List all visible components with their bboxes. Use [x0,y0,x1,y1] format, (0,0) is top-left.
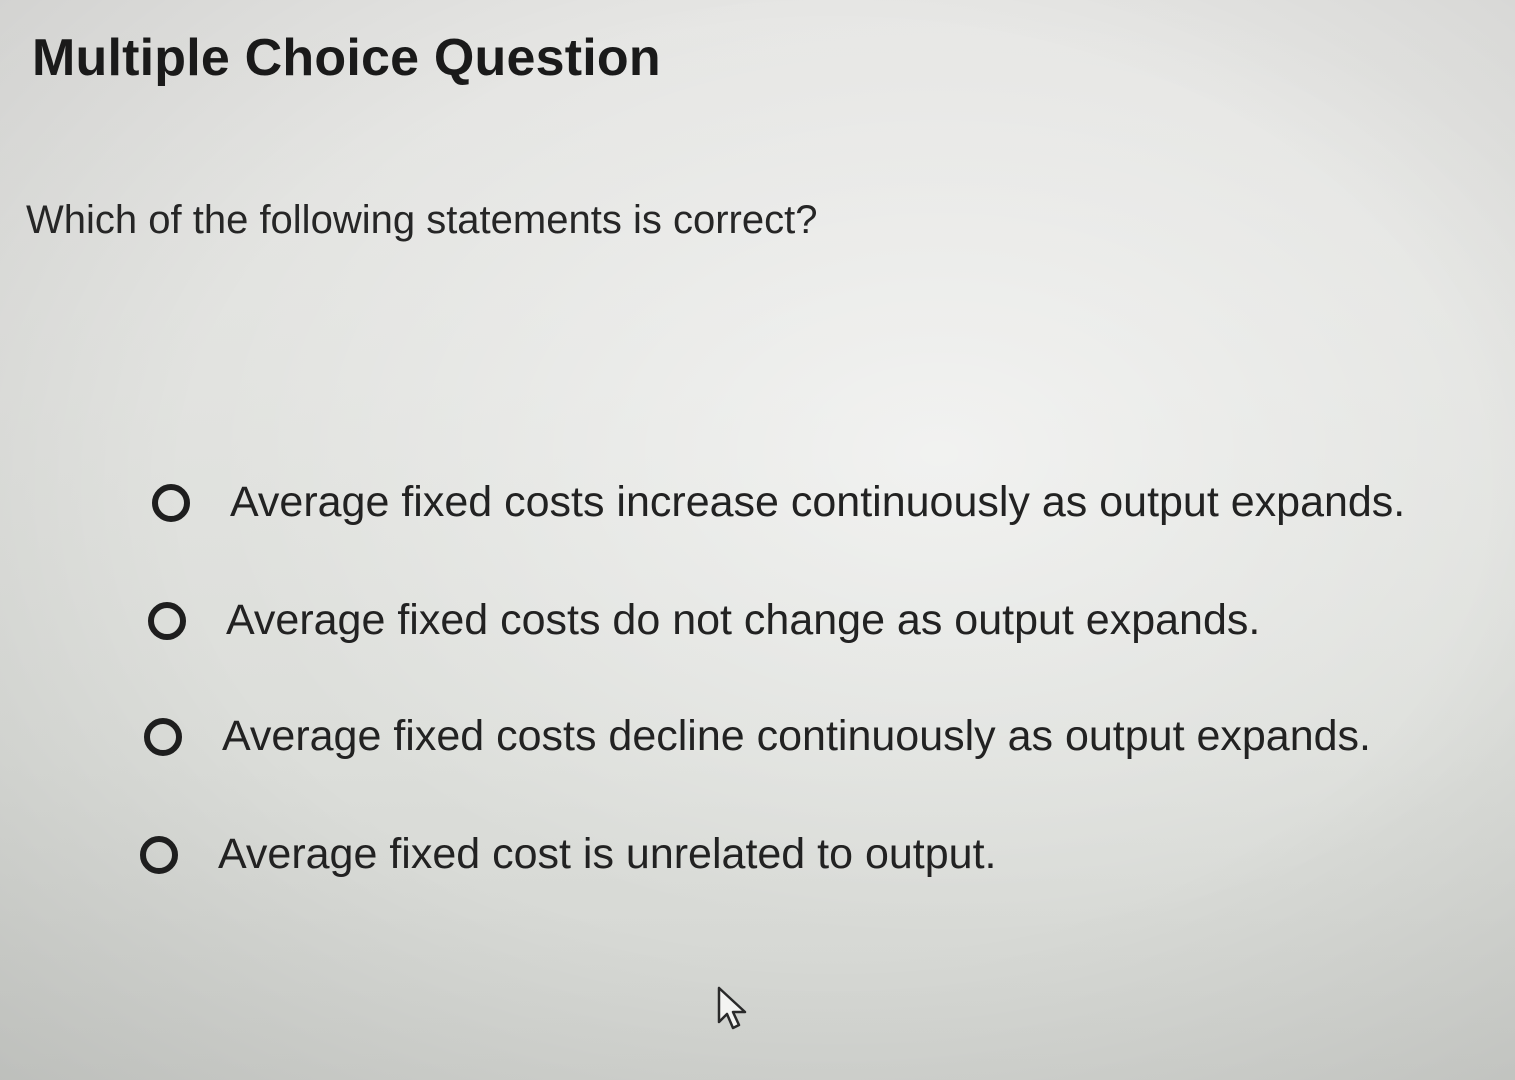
answer-option-3[interactable]: Average fixed costs decline continuously… [144,712,1371,761]
answer-option-label: Average fixed costs increase continuousl… [230,478,1406,526]
radio-button-icon[interactable] [148,601,186,640]
answer-options: Average fixed costs increase continuousl… [0,0,1515,1080]
answer-option-label: Average fixed costs decline continuously… [222,712,1371,760]
radio-button-icon[interactable] [152,483,190,522]
answer-option-4[interactable]: Average fixed cost is unrelated to outpu… [140,830,996,879]
mouse-pointer-icon [717,986,747,1030]
answer-option-1[interactable]: Average fixed costs increase continuousl… [152,478,1405,527]
radio-button-icon[interactable] [144,717,182,756]
answer-option-2[interactable]: Average fixed costs do not change as out… [148,596,1260,645]
answer-option-label: Average fixed cost is unrelated to outpu… [218,830,997,878]
answer-option-label: Average fixed costs do not change as out… [226,596,1261,644]
radio-button-icon[interactable] [140,835,178,874]
